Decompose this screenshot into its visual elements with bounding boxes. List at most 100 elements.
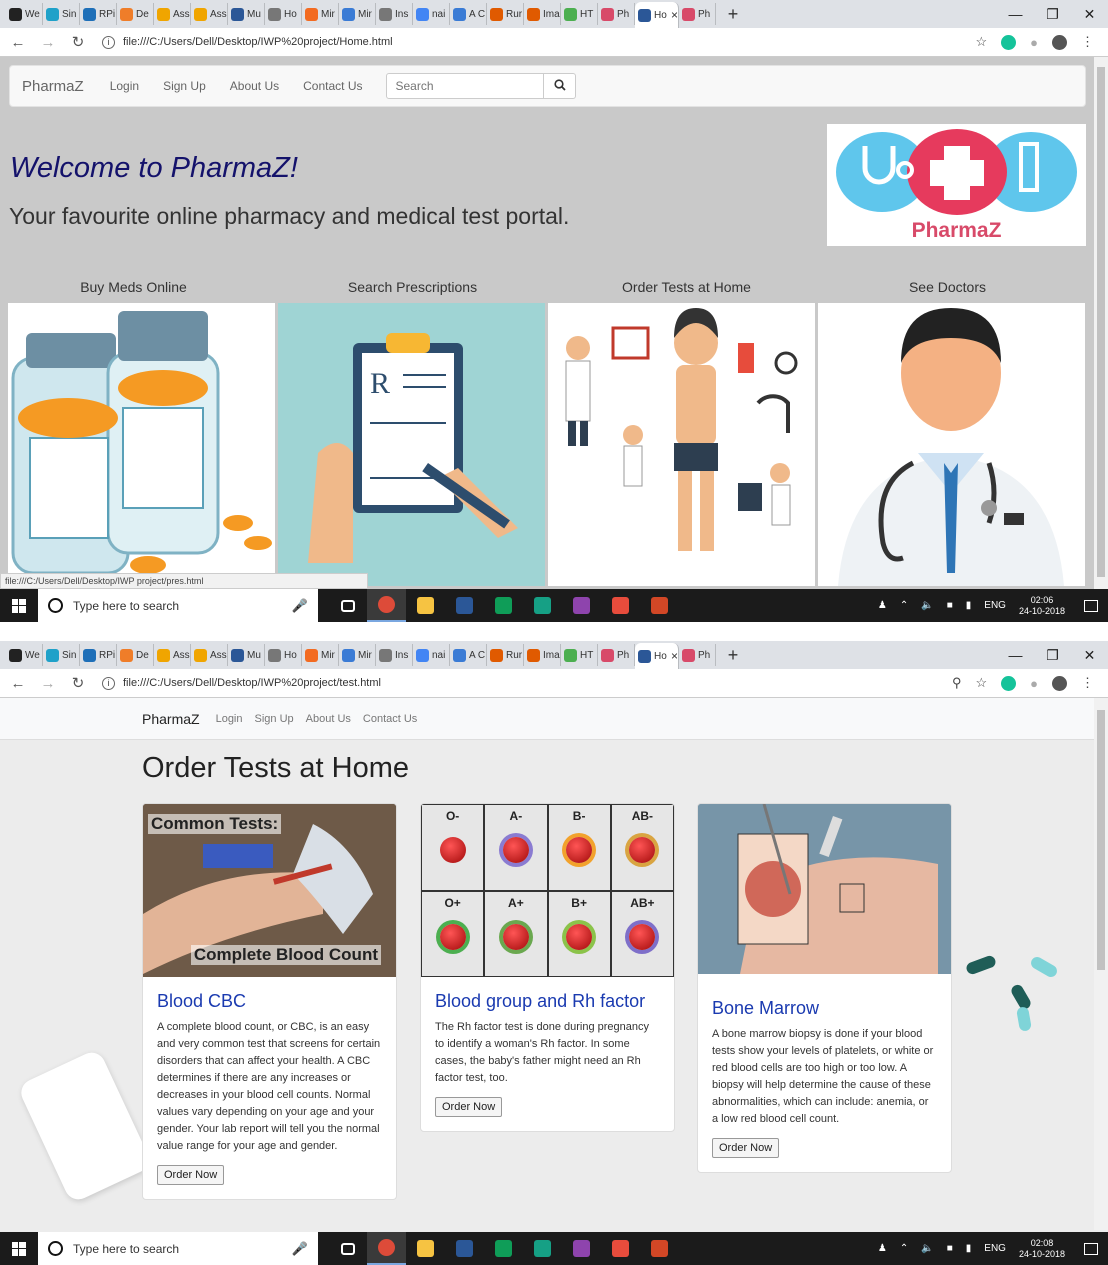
tab-close-icon[interactable]: ×: [671, 649, 678, 663]
notifications-icon[interactable]: [1084, 1242, 1098, 1255]
clock[interactable]: 02:08 24-10-2018: [1019, 1238, 1065, 1260]
battery-icon[interactable]: ▮: [966, 1243, 972, 1254]
order-now-button[interactable]: Order Now: [157, 1165, 225, 1185]
windows-start-icon[interactable]: [0, 598, 38, 613]
order-now-button[interactable]: Order Now: [435, 1097, 503, 1117]
close-icon[interactable]: ✕: [1071, 641, 1108, 669]
nav-about[interactable]: About Us: [306, 713, 351, 725]
browser-tab[interactable]: Ph: [598, 644, 635, 666]
word-icon[interactable]: [445, 1232, 484, 1265]
browser-tab[interactable]: Ass: [154, 644, 191, 666]
task-view-icon[interactable]: [328, 589, 367, 622]
star-icon[interactable]: ☆: [975, 675, 987, 691]
itunes-icon[interactable]: [601, 1232, 640, 1265]
app-icon[interactable]: [484, 1232, 523, 1265]
app-icon[interactable]: [523, 589, 562, 622]
itunes-icon[interactable]: [601, 589, 640, 622]
chrome-icon[interactable]: [367, 1232, 406, 1265]
browser-tab[interactable]: A C: [450, 3, 487, 25]
close-icon[interactable]: ✕: [1071, 0, 1108, 28]
browser-tab[interactable]: Ho: [265, 644, 302, 666]
search-input[interactable]: [386, 73, 545, 99]
brand-link[interactable]: PharmaZ: [142, 711, 200, 727]
file-explorer-icon[interactable]: [406, 1232, 445, 1265]
browser-tab[interactable]: Sin: [43, 3, 80, 25]
back-icon[interactable]: ←: [6, 34, 30, 51]
chevron-up-icon[interactable]: ⌃: [900, 600, 908, 611]
clock[interactable]: 02:06 24-10-2018: [1019, 595, 1065, 617]
app-icon[interactable]: [562, 1232, 601, 1265]
taskbar-search[interactable]: Type here to search 🎤: [38, 589, 318, 622]
browser-tab[interactable]: Mir: [339, 644, 376, 666]
task-view-icon[interactable]: [328, 1232, 367, 1265]
browser-tab[interactable]: Ima: [524, 3, 561, 25]
network-icon[interactable]: ■: [947, 600, 953, 611]
browser-tab[interactable]: Rur: [487, 644, 524, 666]
forward-icon[interactable]: →: [36, 675, 60, 692]
tests-image[interactable]: [548, 303, 815, 586]
network-icon[interactable]: ■: [947, 1243, 953, 1254]
menu-icon[interactable]: ⋮: [1081, 34, 1094, 50]
url-field[interactable]: i file:///C:/Users/Dell/Desktop/IWP%20pr…: [102, 35, 975, 49]
restore-icon[interactable]: ❐: [1034, 0, 1071, 28]
order-now-button[interactable]: Order Now: [712, 1138, 780, 1158]
tab-close-icon[interactable]: ×: [671, 8, 678, 22]
restore-icon[interactable]: ❐: [1034, 641, 1071, 669]
new-tab-button[interactable]: +: [722, 644, 744, 666]
prescription-image[interactable]: R: [278, 303, 545, 586]
nav-signup[interactable]: Sign Up: [255, 713, 294, 725]
menu-icon[interactable]: ⋮: [1081, 675, 1094, 691]
info-icon[interactable]: i: [102, 35, 115, 49]
browser-tab[interactable]: HT: [561, 3, 598, 25]
browser-tab[interactable]: Mir: [339, 3, 376, 25]
windows-start-icon[interactable]: [0, 1241, 38, 1256]
browser-tab[interactable]: Ho ×: [635, 643, 679, 669]
nav-login[interactable]: Login: [110, 79, 139, 93]
scrollbar[interactable]: [1094, 57, 1108, 589]
browser-tab[interactable]: Ass: [191, 644, 228, 666]
app-icon[interactable]: [562, 589, 601, 622]
browser-tab[interactable]: nai: [413, 3, 450, 25]
browser-tab[interactable]: Ins: [376, 3, 413, 25]
app-icon[interactable]: [484, 589, 523, 622]
meds-image[interactable]: [8, 303, 275, 586]
info-icon[interactable]: i: [102, 676, 115, 690]
nav-login[interactable]: Login: [216, 713, 243, 725]
grammarly-icon[interactable]: [1001, 34, 1017, 50]
browser-tab[interactable]: Mu: [228, 644, 265, 666]
url-field[interactable]: i file:///C:/Users/Dell/Desktop/IWP%20pr…: [102, 676, 952, 690]
powerpoint-icon[interactable]: [640, 589, 679, 622]
taskbar-search[interactable]: Type here to search 🎤: [38, 1232, 318, 1265]
back-icon[interactable]: ←: [6, 675, 30, 692]
location-icon[interactable]: ●: [1030, 676, 1038, 691]
browser-tab[interactable]: We: [6, 644, 43, 666]
people-icon[interactable]: ♟: [878, 600, 887, 611]
nav-contact[interactable]: Contact Us: [303, 79, 362, 93]
browser-tab[interactable]: Ins: [376, 644, 413, 666]
notifications-icon[interactable]: [1084, 599, 1098, 612]
volume-icon[interactable]: 🔈: [921, 1243, 933, 1254]
zoom-icon[interactable]: ⚲: [952, 675, 962, 691]
file-explorer-icon[interactable]: [406, 589, 445, 622]
profile-icon[interactable]: [1052, 34, 1067, 50]
browser-tab[interactable]: De: [117, 644, 154, 666]
volume-icon[interactable]: 🔈: [921, 600, 933, 611]
doctor-image[interactable]: [818, 303, 1085, 586]
nav-signup[interactable]: Sign Up: [163, 79, 206, 93]
browser-tab[interactable]: Ph: [598, 3, 635, 25]
browser-tab[interactable]: Ass: [191, 3, 228, 25]
app-icon[interactable]: [523, 1232, 562, 1265]
minimize-icon[interactable]: —: [997, 0, 1034, 28]
browser-tab[interactable]: Rur: [487, 3, 524, 25]
location-icon[interactable]: ●: [1030, 35, 1038, 50]
browser-tab[interactable]: Mir: [302, 3, 339, 25]
nav-contact[interactable]: Contact Us: [363, 713, 417, 725]
scrollbar[interactable]: [1094, 698, 1108, 1230]
word-icon[interactable]: [445, 589, 484, 622]
battery-icon[interactable]: ▮: [966, 600, 972, 611]
browser-tab[interactable]: De: [117, 3, 154, 25]
browser-tab[interactable]: Ass: [154, 3, 191, 25]
browser-tab[interactable]: nai: [413, 644, 450, 666]
minimize-icon[interactable]: —: [997, 641, 1034, 669]
brand-link[interactable]: PharmaZ: [22, 78, 84, 95]
